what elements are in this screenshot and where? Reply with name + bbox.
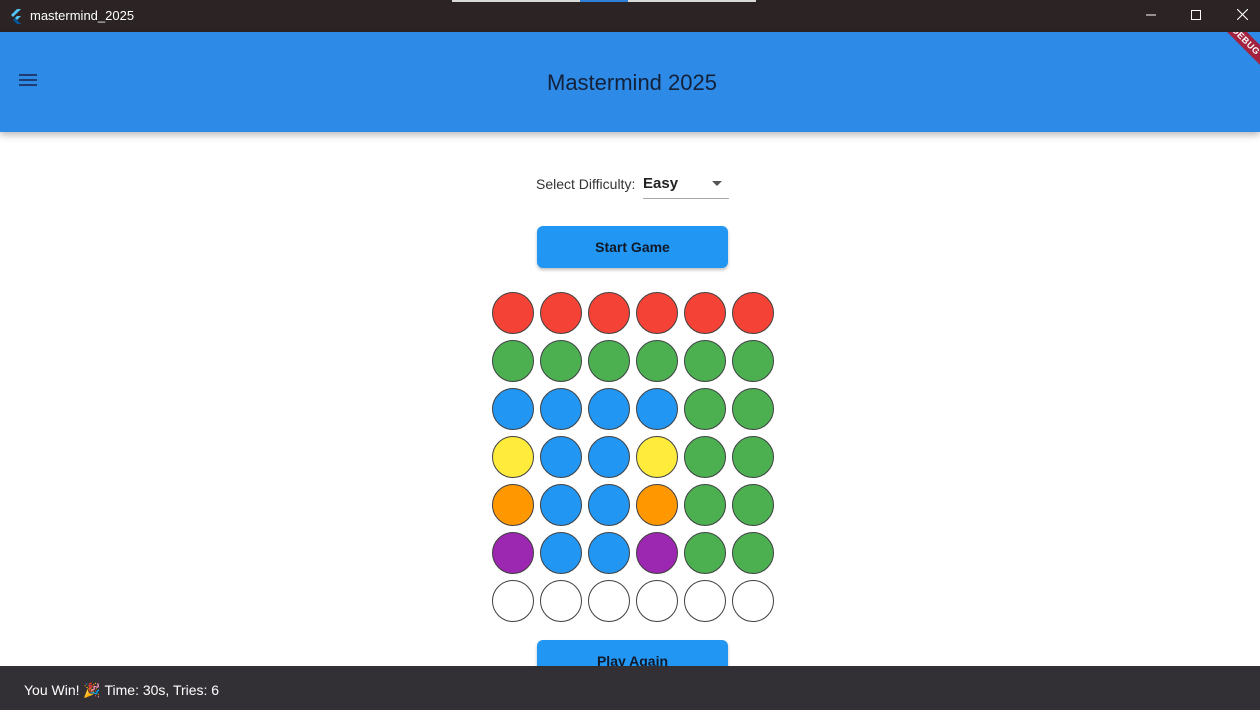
window-title-bar: mastermind_2025 xyxy=(0,0,1260,32)
maximize-icon xyxy=(1191,7,1201,25)
peg-blue[interactable] xyxy=(588,436,630,478)
snackbar-message: You Win! 🎉 Time: 30s, Tries: 6 xyxy=(24,682,220,698)
minimize-button[interactable] xyxy=(1128,0,1174,32)
peg-orange[interactable] xyxy=(636,484,678,526)
flutter-logo-icon xyxy=(8,8,24,24)
dropdown-arrow-icon xyxy=(712,181,722,186)
peg-red[interactable] xyxy=(588,292,630,334)
maximize-button[interactable] xyxy=(1173,0,1219,32)
peg-red[interactable] xyxy=(540,292,582,334)
peg-blue[interactable] xyxy=(540,484,582,526)
peg-blue[interactable] xyxy=(588,532,630,574)
peg-blue[interactable] xyxy=(540,436,582,478)
peg-purple[interactable] xyxy=(636,532,678,574)
game-board xyxy=(491,291,775,623)
peg-green[interactable] xyxy=(732,388,774,430)
taskbar-strip-accent xyxy=(580,0,628,2)
difficulty-label: Select Difficulty: xyxy=(536,176,636,192)
close-icon xyxy=(1236,7,1248,25)
peg-green[interactable] xyxy=(684,436,726,478)
snackbar: You Win! 🎉 Time: 30s, Tries: 6 xyxy=(0,666,1260,710)
difficulty-selected-value: Easy xyxy=(643,175,679,192)
minimize-icon xyxy=(1146,7,1156,25)
peg-green[interactable] xyxy=(684,532,726,574)
peg-orange[interactable] xyxy=(492,484,534,526)
peg-blue[interactable] xyxy=(540,532,582,574)
peg-blue[interactable] xyxy=(540,388,582,430)
peg-empty[interactable] xyxy=(540,580,582,622)
peg-yellow[interactable] xyxy=(636,436,678,478)
peg-green[interactable] xyxy=(684,484,726,526)
peg-green[interactable] xyxy=(636,340,678,382)
peg-green[interactable] xyxy=(540,340,582,382)
start-game-button[interactable]: Start Game xyxy=(537,226,728,268)
peg-green[interactable] xyxy=(732,436,774,478)
peg-green[interactable] xyxy=(684,340,726,382)
peg-empty[interactable] xyxy=(636,580,678,622)
peg-red[interactable] xyxy=(636,292,678,334)
page-title: Mastermind 2025 xyxy=(547,70,717,95)
peg-red[interactable] xyxy=(732,292,774,334)
peg-yellow[interactable] xyxy=(492,436,534,478)
peg-red[interactable] xyxy=(684,292,726,334)
peg-empty[interactable] xyxy=(684,580,726,622)
peg-empty[interactable] xyxy=(588,580,630,622)
peg-green[interactable] xyxy=(732,484,774,526)
peg-green[interactable] xyxy=(684,388,726,430)
close-button[interactable] xyxy=(1219,0,1260,32)
peg-green[interactable] xyxy=(732,340,774,382)
peg-empty[interactable] xyxy=(732,580,774,622)
peg-green[interactable] xyxy=(492,340,534,382)
peg-purple[interactable] xyxy=(492,532,534,574)
difficulty-dropdown[interactable]: Easy xyxy=(643,172,729,199)
peg-green[interactable] xyxy=(588,340,630,382)
app-bar: Mastermind 2025 DEBUG xyxy=(0,32,1260,132)
peg-green[interactable] xyxy=(732,532,774,574)
peg-blue[interactable] xyxy=(492,388,534,430)
peg-empty[interactable] xyxy=(492,580,534,622)
window-title: mastermind_2025 xyxy=(30,8,135,23)
peg-blue[interactable] xyxy=(636,388,678,430)
peg-red[interactable] xyxy=(492,292,534,334)
peg-blue[interactable] xyxy=(588,484,630,526)
peg-blue[interactable] xyxy=(588,388,630,430)
